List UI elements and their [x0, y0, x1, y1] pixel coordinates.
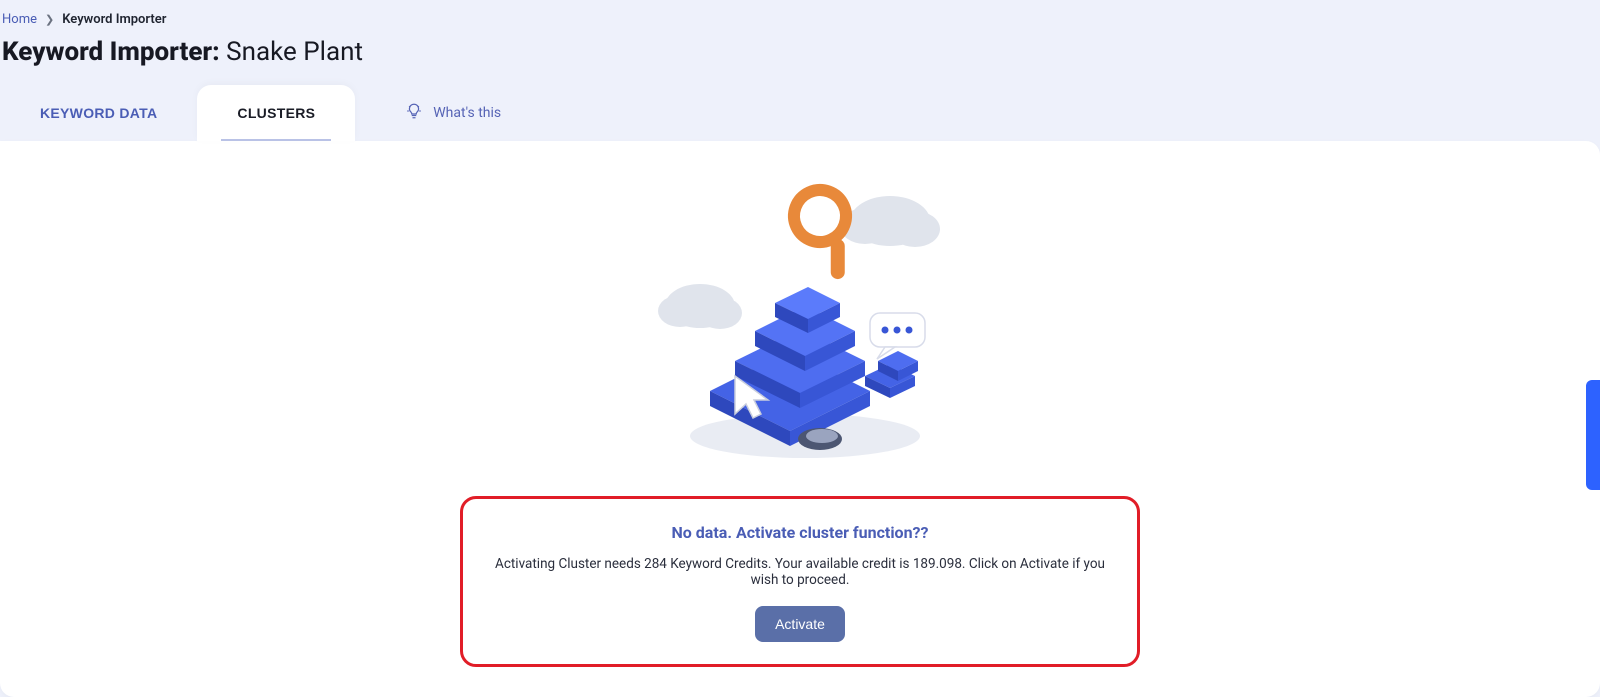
activate-callout: No data. Activate cluster function?? Act… [460, 496, 1140, 667]
illustration-wrap [20, 181, 1580, 471]
breadcrumb-home-link[interactable]: Home [2, 12, 37, 27]
chevron-right-icon: ❯ [45, 13, 54, 26]
page-title-prefix: Keyword Importer: [2, 37, 226, 67]
breadcrumb-current: Keyword Importer [62, 12, 166, 27]
activate-button[interactable]: Activate [755, 606, 845, 642]
content-panel: No data. Activate cluster function?? Act… [0, 141, 1600, 697]
whats-this-link[interactable]: What's this [405, 102, 501, 124]
page-title: Keyword Importer: Snake Plant [0, 31, 1600, 85]
empty-state-illustration [640, 181, 960, 471]
tab-clusters[interactable]: CLUSTERS [197, 85, 355, 141]
breadcrumb: Home ❯ Keyword Importer [0, 0, 1600, 31]
lightbulb-icon [405, 102, 423, 124]
callout-title: No data. Activate cluster function?? [483, 523, 1117, 542]
tab-keyword-data[interactable]: KEYWORD DATA [0, 85, 197, 141]
whats-this-label: What's this [433, 105, 501, 121]
feedback-side-tab[interactable] [1586, 380, 1600, 490]
page-title-subject: Snake Plant [226, 37, 363, 67]
callout-message: Activating Cluster needs 284 Keyword Cre… [483, 556, 1117, 588]
tabs-row: KEYWORD DATA CLUSTERS What's this [0, 85, 1600, 141]
